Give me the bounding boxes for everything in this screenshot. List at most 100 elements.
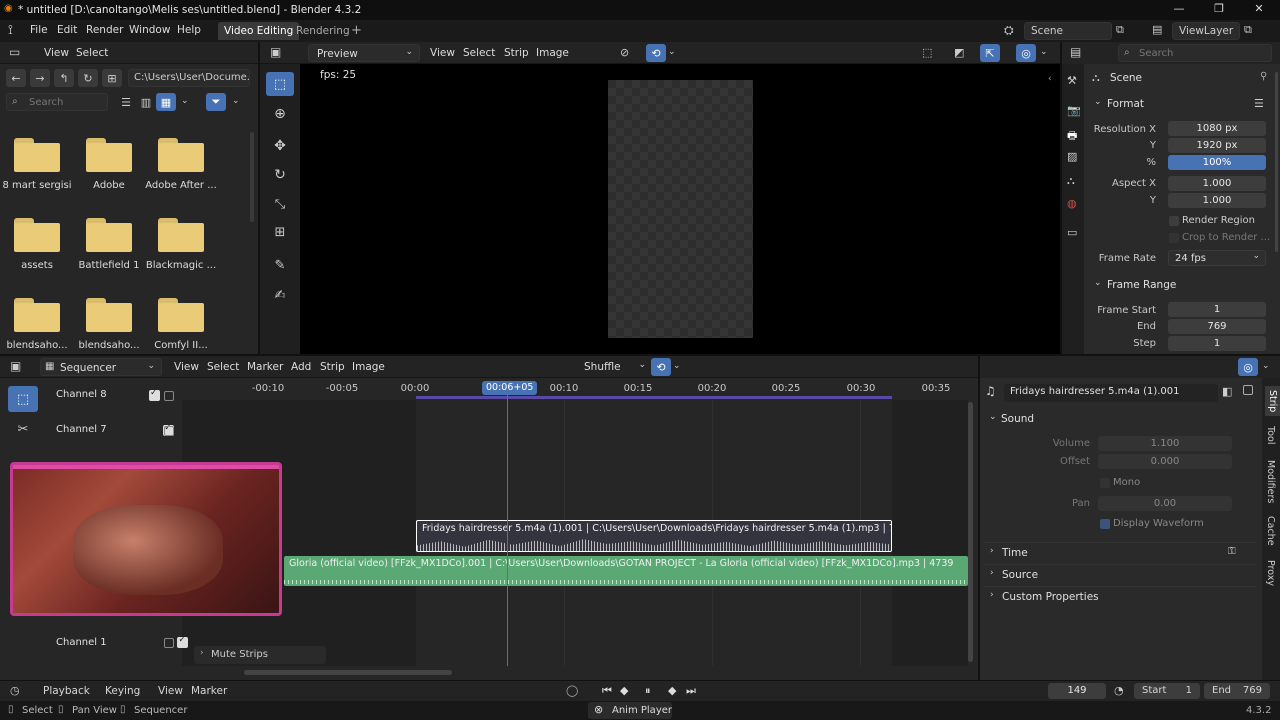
audio-strip-fridays-hairdresser[interactable]: Fridays hairdresser 5.m4a (1).001 | C:\U… [416,520,892,552]
timeline-menu-view[interactable]: View [158,685,183,697]
vertical-list-icon[interactable]: ☰ [116,93,136,111]
view-layer-selector[interactable]: ViewLayer [1172,22,1240,40]
transform-tool-icon[interactable]: ⊞ [266,220,294,244]
snap-icon[interactable]: ⟲ [646,44,666,62]
new-view-layer-icon[interactable]: ⧉ [1244,23,1252,37]
properties-scrollbar[interactable] [1275,72,1278,252]
volume-field[interactable]: 1.100 [1098,436,1232,451]
frame-step-field[interactable]: 1 [1168,336,1266,351]
horizontal-scrollbar[interactable] [244,670,452,675]
aspect-y-field[interactable]: 1.000 [1168,193,1266,208]
seq-menu-view[interactable]: View [174,361,199,373]
mono-checkbox[interactable] [1100,478,1110,488]
frame-range-panel-header[interactable]: ⌄ Frame Range [1088,275,1274,295]
snap-chevron-icon[interactable]: ⌄ [668,47,676,57]
output-tab-icon[interactable]: 🖶 [1067,127,1077,146]
folder-item[interactable]: Adobe After ... [141,138,221,191]
blade-tool-icon[interactable]: ✂ [8,416,38,442]
workspace-tab-rendering[interactable]: Rendering [290,22,356,40]
render-tab-icon[interactable]: 📷 [1067,104,1081,117]
view-layer-tab-icon[interactable]: ▨ [1067,150,1077,163]
area-separator[interactable] [1060,42,1062,354]
pin-icon[interactable]: ⚲ [1260,71,1267,82]
tab-tool[interactable]: Tool [1265,426,1276,444]
back-arrow-icon[interactable]: ← [6,69,26,87]
preview-menu-strip[interactable]: Strip [504,47,529,59]
seq-menu-strip[interactable]: Strip [320,361,345,373]
vertical-scrollbar[interactable] [968,402,973,662]
file-menu-view[interactable]: View [44,47,69,59]
preview-range-icon[interactable]: ◔ [1114,684,1124,697]
folder-item[interactable]: Blackmagic ... [141,218,221,271]
file-menu-select[interactable]: Select [76,47,108,59]
next-keyframe-icon[interactable]: ◆ [668,684,676,697]
move-tool-icon[interactable]: ✥ [266,134,294,158]
channel-1-label[interactable]: Channel 1 [56,637,107,648]
gizmo-toggle-icon[interactable]: ⇱ [980,44,1000,62]
lock-time-icon[interactable]: ⚿ [1228,546,1236,557]
playhead-line[interactable] [507,386,508,666]
folder-item[interactable]: Battlefield 1 [69,218,149,271]
cancel-job-icon[interactable]: ⊗ [594,703,603,716]
preview-menu-image[interactable]: Image [536,47,569,59]
area-separator[interactable] [978,356,980,680]
channel-1-lock-icon[interactable] [164,638,174,648]
file-browser-scrollbar[interactable] [250,132,254,222]
rotate-tool-icon[interactable]: ↻ [266,163,294,187]
editor-type-sequencer-icon[interactable]: ▣ [270,45,281,59]
resolution-percentage-field[interactable]: 100% [1168,155,1266,170]
sequencer-view-type-dropdown[interactable]: ▦ Sequencer ⌄ [40,358,162,376]
color-tag-icon[interactable]: ◧ [1222,385,1232,398]
directory-path-field[interactable]: C:\Users\User\Docume... [128,69,250,87]
seq-menu-marker[interactable]: Marker [247,361,283,373]
world-tab-icon[interactable]: ◍ [1067,197,1077,210]
channel-1-mute-checkbox[interactable] [177,635,189,648]
folder-item[interactable]: blendsaho... [0,298,77,351]
preview-menu-select[interactable]: Select [463,47,495,59]
new-scene-icon[interactable]: ⧉ [1116,23,1124,37]
filter-icon[interactable]: ⏷ [206,93,226,111]
sound-panel-header[interactable]: ⌄ Sound [984,409,1256,429]
overlap-mode-dropdown[interactable]: Shuffle ⌄ [578,358,648,376]
channel-7-label[interactable]: Channel 7 [56,424,107,435]
menu-edit[interactable]: Edit [57,24,77,36]
overlays-toggle-icon[interactable]: ◎ [1238,358,1258,376]
display-options-chevron-icon[interactable]: ⌄ [181,96,189,106]
select-box-tool-icon[interactable]: ⬚ [266,72,294,96]
snap-chevron-icon[interactable]: ⌄ [673,361,681,371]
close-window-button[interactable]: ✕ [1236,2,1280,18]
aspect-x-field[interactable]: 1.000 [1168,176,1266,191]
folder-item[interactable]: 8 mart sergisi [0,138,77,191]
end-frame-field[interactable]: End 769 [1204,683,1270,699]
collection-tab-icon[interactable]: ▭ [1067,226,1077,239]
preview-canvas[interactable] [608,80,753,338]
thumbnail-view-icon[interactable]: ▦ [156,93,176,111]
properties-search-input[interactable]: ⌕ Search [1118,44,1272,62]
workspace-tab-video-editing[interactable]: Video Editing [218,22,300,40]
timeline-menu-playback[interactable]: Playback [43,685,90,697]
scene-icon[interactable]: ⛭ [1004,23,1014,38]
jump-end-icon[interactable]: ⏭ [686,684,696,698]
playhead-frame-indicator[interactable]: 00:06+05 [482,381,538,395]
channel-8-mute-checkbox[interactable] [149,388,160,401]
frame-rate-dropdown[interactable]: 24 fps ⌄ [1168,250,1266,266]
scale-tool-icon[interactable]: ⤡ [266,192,294,216]
jump-start-icon[interactable]: ⏮ [602,684,612,698]
overlays-chevron-icon[interactable]: ⌄ [1040,47,1048,57]
anim-player-job[interactable]: ⊗ Anim Player [588,702,672,719]
tab-strip[interactable]: Strip [1265,386,1280,417]
horizontal-list-icon[interactable]: ▥ [136,93,156,111]
pivot-point-icon[interactable]: ⊘ [620,46,629,59]
tab-proxy[interactable]: Proxy [1265,560,1276,586]
offset-field[interactable]: 0.000 [1098,454,1232,469]
menu-file[interactable]: File [30,24,48,36]
sidebar-toggle-chevron-icon[interactable]: ‹ [1048,74,1052,84]
file-search-input[interactable]: ⌕ Search [6,93,108,111]
pan-field[interactable]: 0.00 [1098,496,1232,511]
menu-render[interactable]: Render [86,24,123,36]
auto-keying-icon[interactable]: ◯ [566,684,578,697]
prev-keyframe-icon[interactable]: ◆ [620,684,628,697]
preview-mode-dropdown[interactable]: Preview ⌄ [308,44,420,62]
view-layer-icon[interactable]: ▤ [1152,23,1162,36]
display-waveform-checkbox[interactable] [1100,519,1110,529]
